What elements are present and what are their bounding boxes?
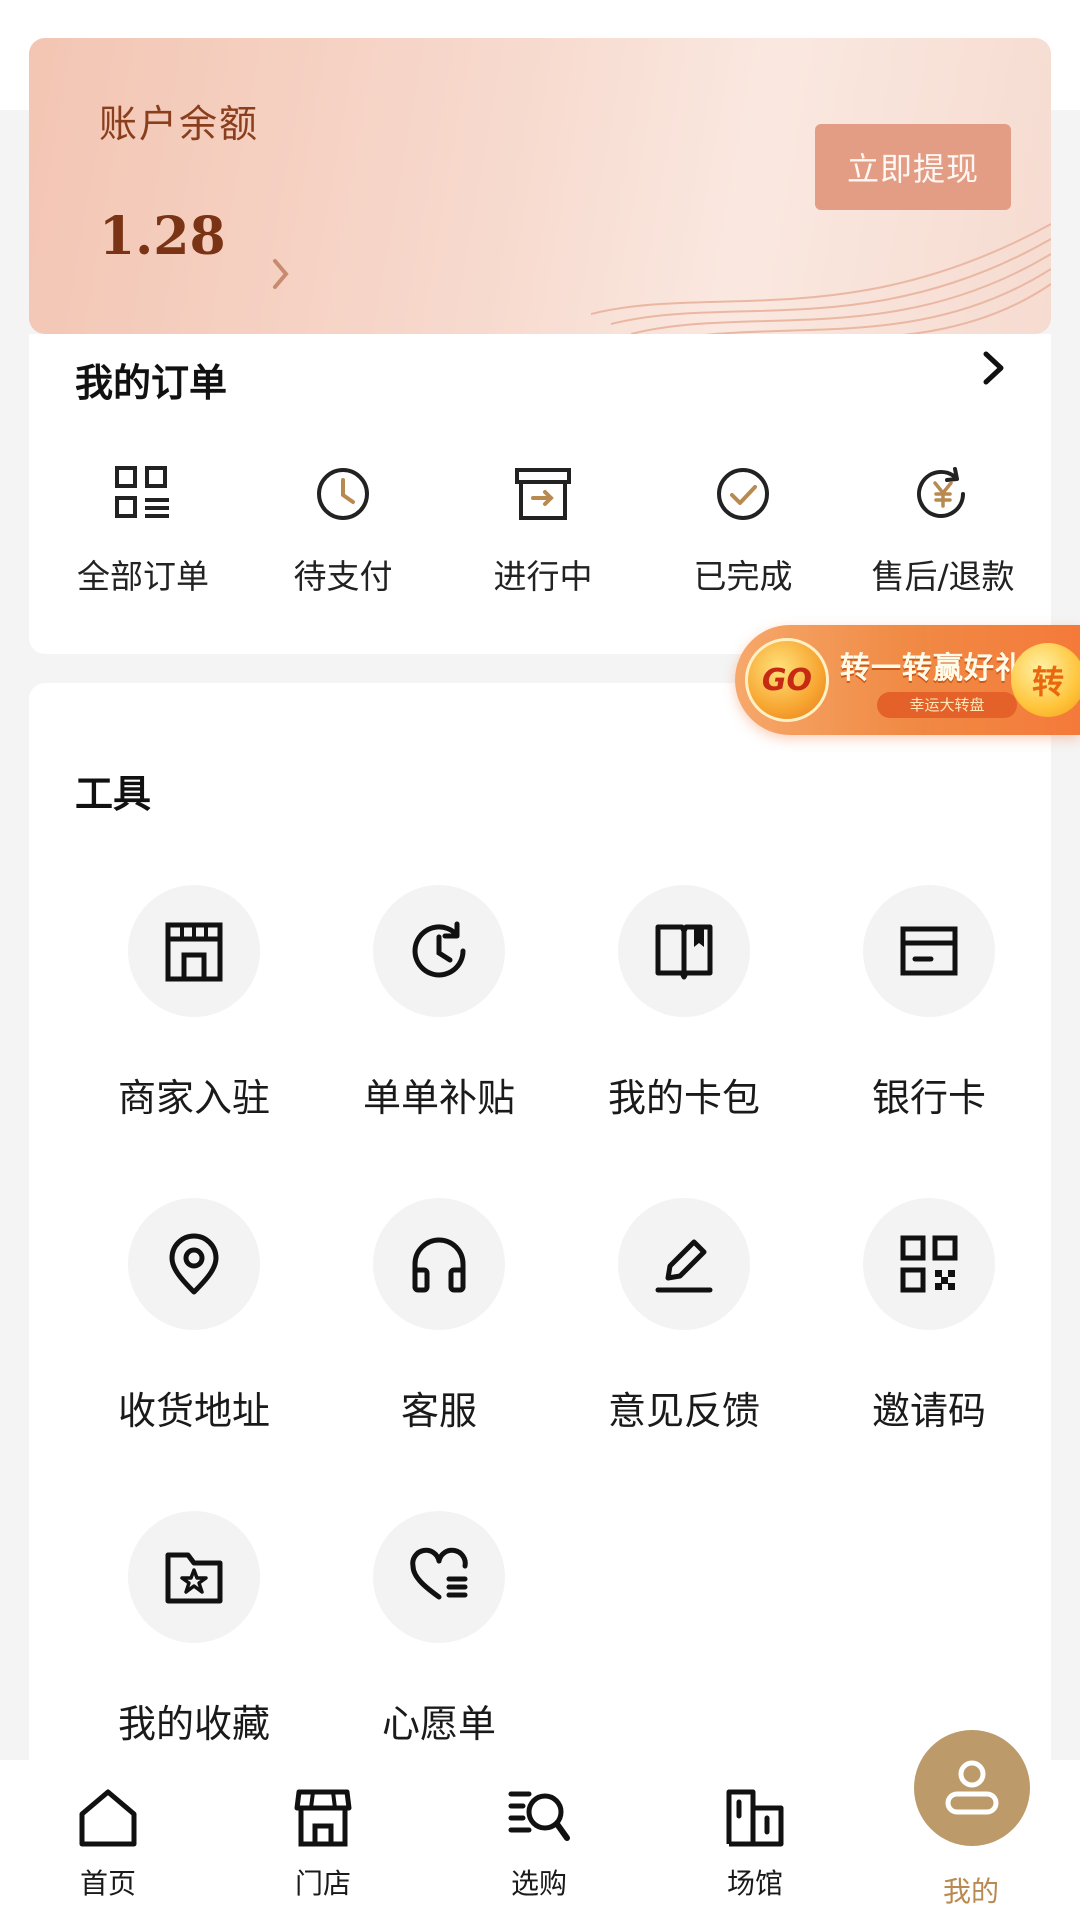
tool-icon-bg xyxy=(863,1198,995,1330)
tool-order-subsidy[interactable]: 单单补贴 xyxy=(324,885,554,1122)
tool-icon-bg xyxy=(128,885,260,1017)
tool-label: 单单补贴 xyxy=(362,1076,515,1120)
tool-label: 银行卡 xyxy=(871,1076,986,1120)
pen-icon xyxy=(655,1239,713,1293)
nav-shop[interactable]: 选购 xyxy=(464,1786,614,1902)
box-arrow-icon xyxy=(515,468,571,520)
headphones-icon xyxy=(412,1237,466,1293)
nav-venue[interactable]: 场馆 xyxy=(680,1786,830,1902)
order-label: 已完成 xyxy=(693,557,793,596)
card-icon xyxy=(900,926,958,976)
orders-title: 我的订单 xyxy=(75,361,228,405)
tools-card: 工具 商家入驻 单单补贴 我的卡包 银行卡 收货地址 客服 意见反馈 邀请码 我… xyxy=(29,683,1051,1920)
building-icon xyxy=(726,1789,784,1847)
tool-icon-bg xyxy=(863,885,995,1017)
order-label: 待支付 xyxy=(293,557,393,596)
profile-page: 账户余额 1.28 立即提现 我的订单 全部订单 待支付 进行中 已完成 售后/… xyxy=(0,0,1080,1920)
storefront-icon xyxy=(165,922,223,982)
lucky-wheel-promo[interactable]: GO 转一转赢好礼 幸运大转盘 转 xyxy=(735,625,1080,735)
tool-label: 商家入驻 xyxy=(117,1076,270,1120)
orders-card: 我的订单 全部订单 待支付 进行中 已完成 售后/退款 xyxy=(29,334,1051,654)
balance-title: 账户余额 xyxy=(99,102,260,146)
book-icon xyxy=(655,924,713,980)
spin-badge: 转 xyxy=(1011,643,1080,717)
balance-amount[interactable]: 1.28 xyxy=(99,206,226,267)
chevron-right-icon[interactable] xyxy=(979,346,1009,390)
nav-home[interactable]: 首页 xyxy=(33,1786,183,1902)
tool-icon-bg xyxy=(618,1198,750,1330)
go-badge: GO xyxy=(745,638,829,722)
tool-merchant-join[interactable]: 商家入驻 xyxy=(79,885,309,1122)
tool-label: 我的收藏 xyxy=(117,1702,270,1746)
tool-icon-bg xyxy=(128,1198,260,1330)
order-refund[interactable]: 售后/退款 xyxy=(843,464,1043,598)
tool-icon-bg xyxy=(373,1511,505,1643)
home-icon xyxy=(79,1789,137,1847)
tool-card-wallet[interactable]: 我的卡包 xyxy=(569,885,799,1122)
nav-me-button[interactable] xyxy=(914,1730,1030,1846)
check-circle-icon xyxy=(717,468,769,520)
nav-label: 我的 xyxy=(942,1875,999,1908)
tool-wishlist[interactable]: 心愿单 xyxy=(324,1511,554,1748)
tool-label: 心愿单 xyxy=(381,1702,496,1746)
tool-label: 意见反馈 xyxy=(607,1389,760,1433)
tool-icon-bg xyxy=(128,1511,260,1643)
order-in-progress[interactable]: 进行中 xyxy=(443,464,643,598)
promo-subtitle: 幸运大转盘 xyxy=(877,692,1017,718)
tool-invite-code[interactable]: 邀请码 xyxy=(814,1198,1044,1435)
yuan-refund-icon xyxy=(917,467,965,518)
nav-store[interactable]: 门店 xyxy=(248,1786,398,1902)
order-completed[interactable]: 已完成 xyxy=(643,464,843,598)
tool-favorites[interactable]: 我的收藏 xyxy=(79,1511,309,1748)
store-icon xyxy=(294,1789,352,1847)
wave-decoration xyxy=(591,223,1051,334)
location-pin-icon xyxy=(169,1233,219,1295)
tool-feedback[interactable]: 意见反馈 xyxy=(569,1198,799,1435)
clock-icon xyxy=(317,468,369,520)
nav-label: 选购 xyxy=(510,1867,567,1900)
nav-label: 门店 xyxy=(294,1867,351,1900)
order-pending-payment[interactable]: 待支付 xyxy=(243,464,443,598)
qr-code-icon xyxy=(900,1235,958,1293)
nav-me[interactable]: 我的 xyxy=(896,1870,1046,1910)
tool-icon-bg xyxy=(618,885,750,1017)
order-label: 售后/退款 xyxy=(871,557,1015,596)
tool-bank-card[interactable]: 银行卡 xyxy=(814,885,1044,1122)
tool-icon-bg xyxy=(373,1198,505,1330)
tool-customer-service[interactable]: 客服 xyxy=(324,1198,554,1435)
tool-label: 客服 xyxy=(400,1389,477,1433)
balance-card[interactable]: 账户余额 1.28 立即提现 xyxy=(29,38,1051,334)
tool-shipping-address[interactable]: 收货地址 xyxy=(79,1198,309,1435)
search-list-icon xyxy=(508,1791,570,1841)
withdraw-button[interactable]: 立即提现 xyxy=(815,124,1011,210)
tool-icon-bg xyxy=(373,885,505,1017)
tool-label: 邀请码 xyxy=(871,1389,986,1433)
order-label: 进行中 xyxy=(493,557,593,596)
tool-label: 收货地址 xyxy=(117,1389,270,1433)
tools-title: 工具 xyxy=(75,772,152,816)
user-icon xyxy=(945,1760,999,1815)
chevron-right-icon[interactable] xyxy=(271,257,291,291)
order-label: 全部订单 xyxy=(77,557,209,596)
heart-list-icon xyxy=(410,1547,468,1600)
promo-title: 转一转赢好礼 xyxy=(840,651,1026,686)
nav-label: 场馆 xyxy=(726,1867,783,1900)
grid-list-icon xyxy=(115,466,169,518)
order-all[interactable]: 全部订单 xyxy=(43,464,243,598)
tool-label: 我的卡包 xyxy=(607,1076,760,1120)
nav-label: 首页 xyxy=(79,1867,136,1900)
folder-star-icon xyxy=(165,1552,223,1604)
clock-refresh-icon xyxy=(412,921,466,978)
